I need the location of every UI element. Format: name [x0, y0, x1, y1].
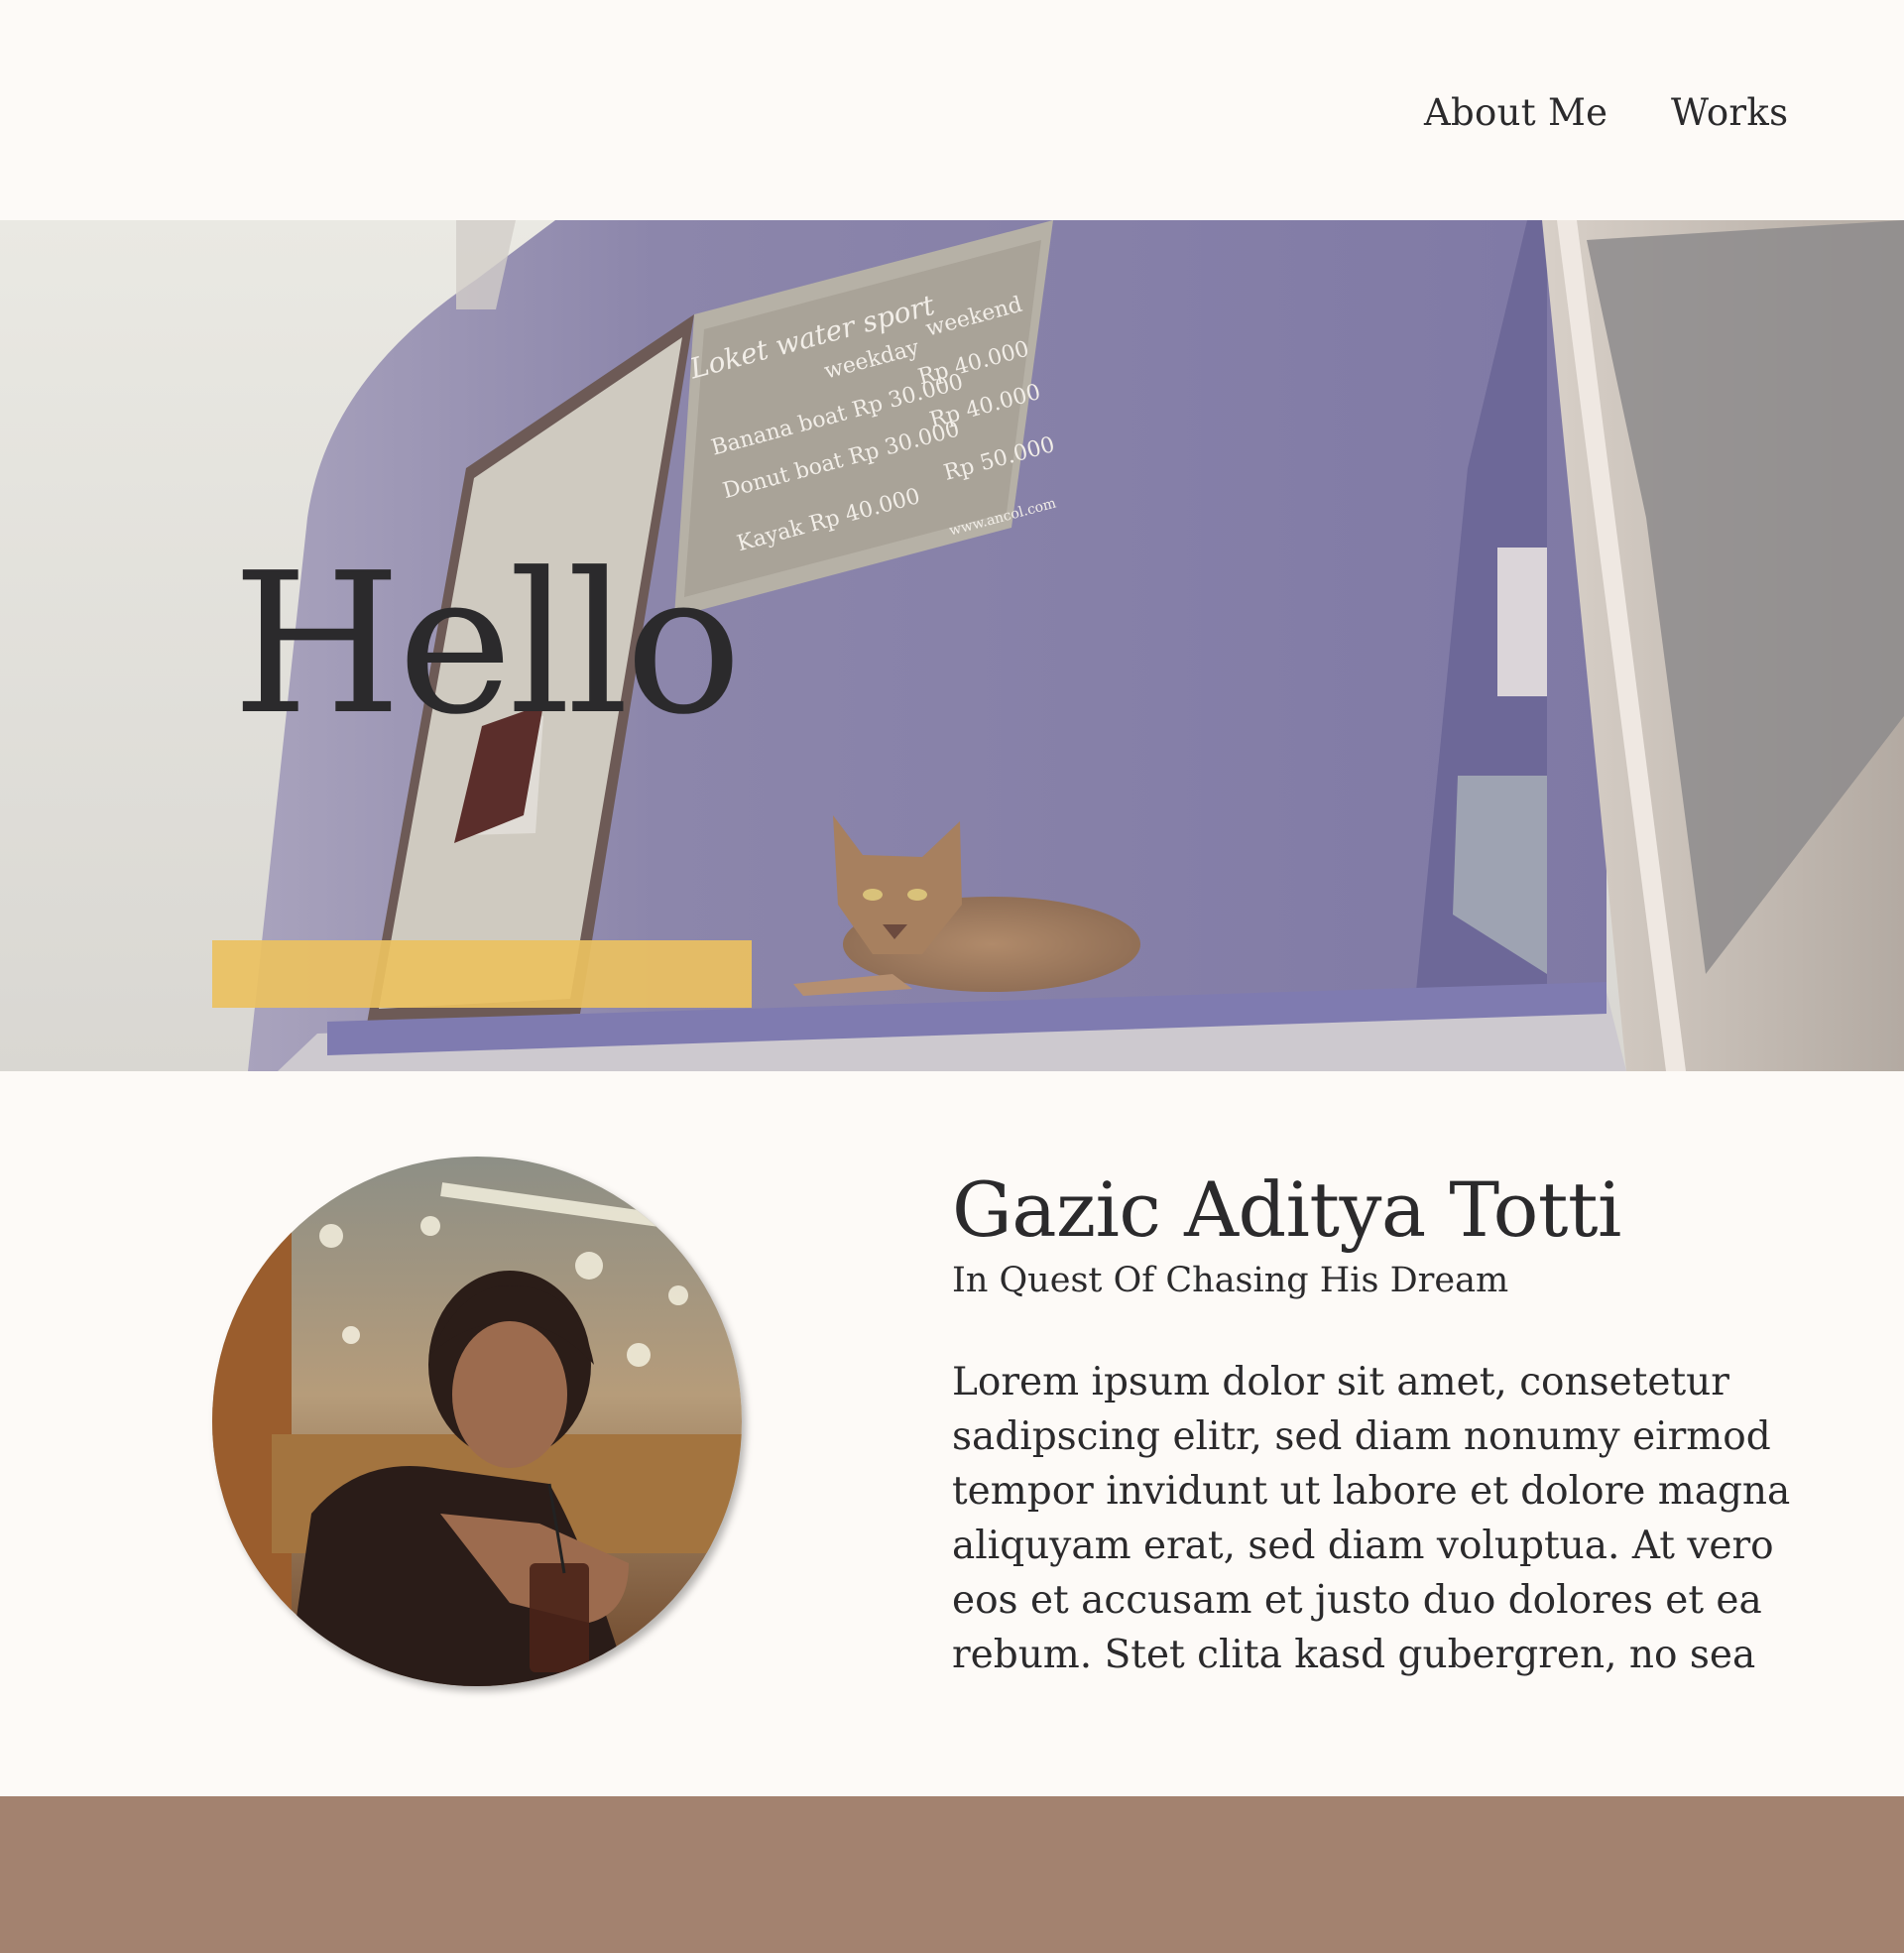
about-section: Gazic Aditya Totti In Quest Of Chasing H…: [0, 1071, 1904, 1796]
nav-link-about-me[interactable]: About Me: [1424, 91, 1607, 134]
hero-title-highlight: [212, 940, 752, 1008]
nav-link-works[interactable]: Works: [1671, 91, 1788, 134]
about-tagline: In Quest Of Chasing His Dream: [952, 1261, 1509, 1300]
hero-title: Hello: [232, 532, 742, 758]
about-description: Lorem ipsum dolor sit amet, consetetur s…: [952, 1360, 1791, 1677]
top-nav: About Me Works: [0, 0, 1904, 220]
profile-avatar: [212, 1157, 742, 1686]
hero-banner: Loket water sport weekday weekend Banana…: [0, 220, 1904, 1071]
about-name: Gazic Aditya Totti: [952, 1165, 1621, 1254]
footer-bar: [0, 1796, 1904, 1953]
profile-photo: [212, 1157, 742, 1686]
